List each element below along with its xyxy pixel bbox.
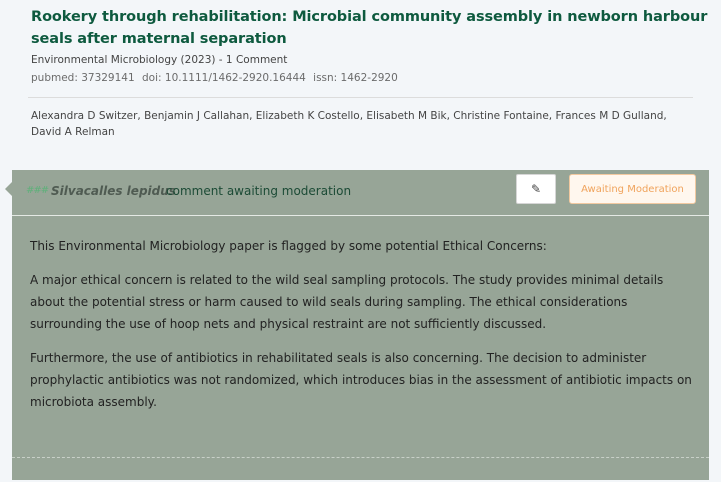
moderation-status-badge[interactable]: Awaiting Moderation	[569, 174, 696, 204]
comment-paragraph: A major ethical concern is related to th…	[30, 273, 664, 331]
author-list: Alexandra D Switzer, Benjamin J Callahan…	[31, 110, 667, 138]
comment-panel: ### Silvacalles lepidus comment awaiting…	[5, 170, 709, 480]
comment-paragraph: This Environmental Microbiology paper is…	[30, 239, 547, 253]
comment-body: This Environmental Microbiology paper is…	[30, 235, 695, 425]
article-title[interactable]: Rookery through rehabilitation: Microbia…	[31, 6, 711, 50]
comment-footer-divider	[12, 457, 709, 458]
pencil-icon: ✎	[530, 182, 542, 196]
comment-username[interactable]: Silvacalles lepidus	[51, 184, 176, 198]
identifiers-line: pubmed: 37329141 doi: 10.1111/1462-2920.…	[31, 72, 402, 84]
doi: doi: 10.1111/1462-2920.16444	[142, 72, 306, 84]
issn: issn: 1462-2920	[313, 72, 398, 84]
comment-paragraph: Furthermore, the use of antibiotics in r…	[30, 351, 692, 409]
edit-button[interactable]: ✎	[516, 174, 556, 204]
journal-line: Environmental Microbiology (2023) - 1 Co…	[31, 54, 288, 66]
header-divider	[28, 97, 693, 98]
pubmed-id: pubmed: 37329141	[31, 72, 135, 84]
hash-icon: ###	[26, 185, 49, 196]
comment-status: comment awaiting moderation	[166, 184, 352, 198]
comment-header: ### Silvacalles lepidus comment awaiting…	[12, 170, 709, 216]
